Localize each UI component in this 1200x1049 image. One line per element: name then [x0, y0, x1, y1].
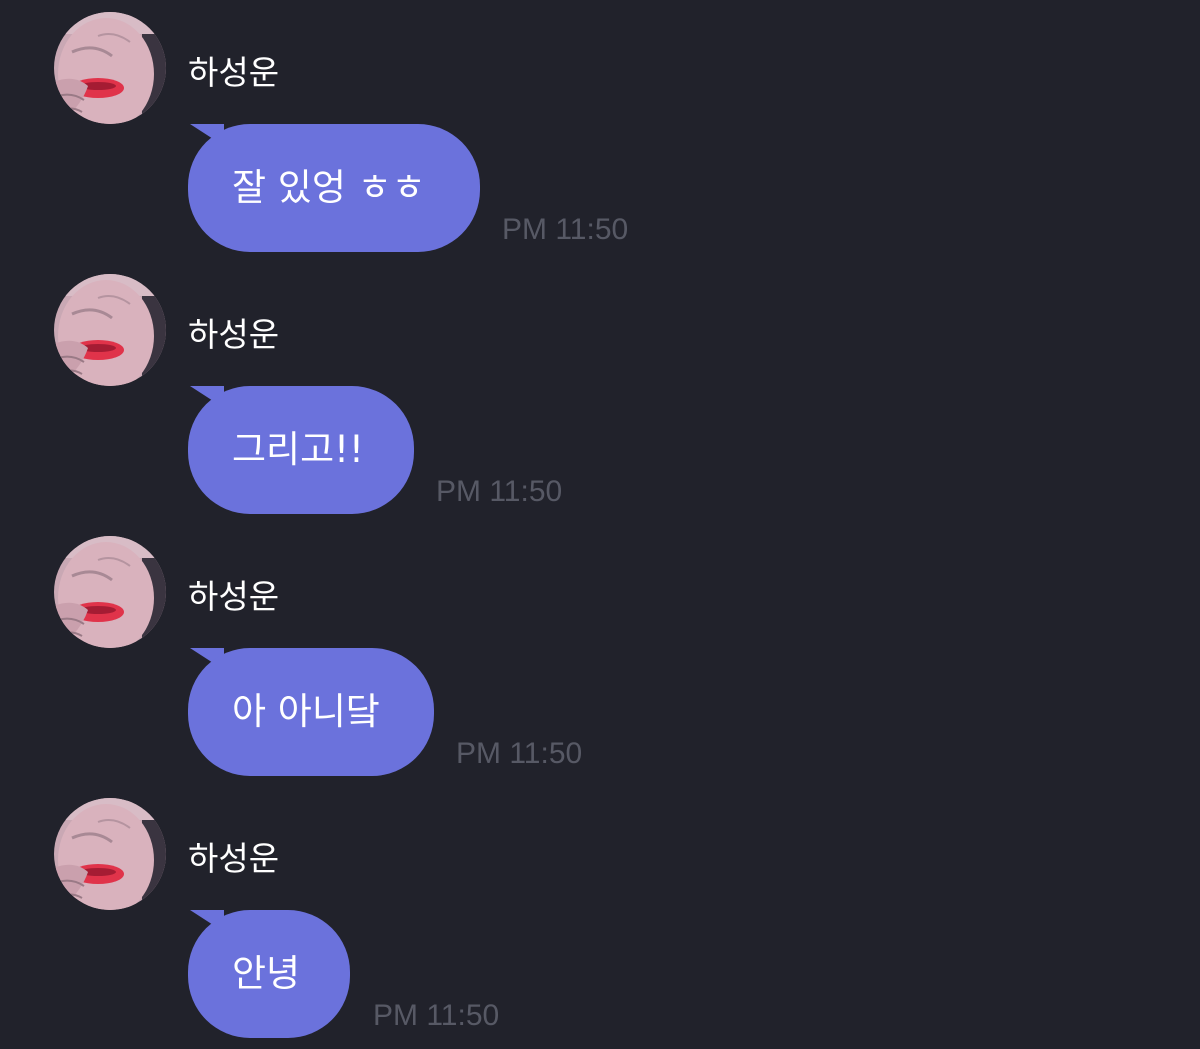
message-bubble-wrapper: 그리고!! — [188, 386, 414, 514]
message-bubble[interactable]: 잘 있엉 ㅎㅎ — [188, 124, 480, 252]
message-timestamp: PM 11:50 — [502, 213, 629, 246]
profile-photo-icon — [54, 536, 166, 648]
profile-photo-icon — [54, 798, 166, 910]
sender-name: 하성운 — [188, 577, 280, 616]
sender-name: 하성운 — [188, 839, 280, 878]
avatar[interactable] — [54, 798, 166, 910]
sender-name: 하성운 — [188, 53, 280, 92]
avatar[interactable] — [54, 274, 166, 386]
avatar[interactable] — [54, 12, 166, 124]
message-timestamp: PM 11:50 — [373, 999, 500, 1032]
message-timestamp: PM 11:50 — [456, 737, 583, 770]
message-bubble-wrapper: 아 아니닼 — [188, 648, 434, 776]
message-timestamp: PM 11:50 — [436, 475, 563, 508]
sender-name: 하성운 — [188, 315, 280, 354]
profile-photo-icon — [54, 274, 166, 386]
message-row: 하성운 아 아니닼 PM 11:50 — [0, 524, 1200, 786]
message-bubble-wrapper: 안녕 — [188, 910, 350, 1038]
message-row: 하성운 안녕 PM 11:50 — [0, 786, 1200, 1048]
profile-photo-icon — [54, 12, 166, 124]
message-bubble[interactable]: 그리고!! — [188, 386, 414, 514]
chat-log: 하성운 잘 있엉 ㅎㅎ PM 11:50 하성운 그리고!! PM 11:50 … — [0, 0, 1200, 1049]
message-bubble-wrapper: 잘 있엉 ㅎㅎ — [188, 124, 480, 252]
message-row: 하성운 잘 있엉 ㅎㅎ PM 11:50 — [0, 0, 1200, 262]
message-bubble[interactable]: 아 아니닼 — [188, 648, 434, 776]
message-row: 하성운 그리고!! PM 11:50 — [0, 262, 1200, 524]
message-bubble[interactable]: 안녕 — [188, 910, 350, 1038]
avatar[interactable] — [54, 536, 166, 648]
